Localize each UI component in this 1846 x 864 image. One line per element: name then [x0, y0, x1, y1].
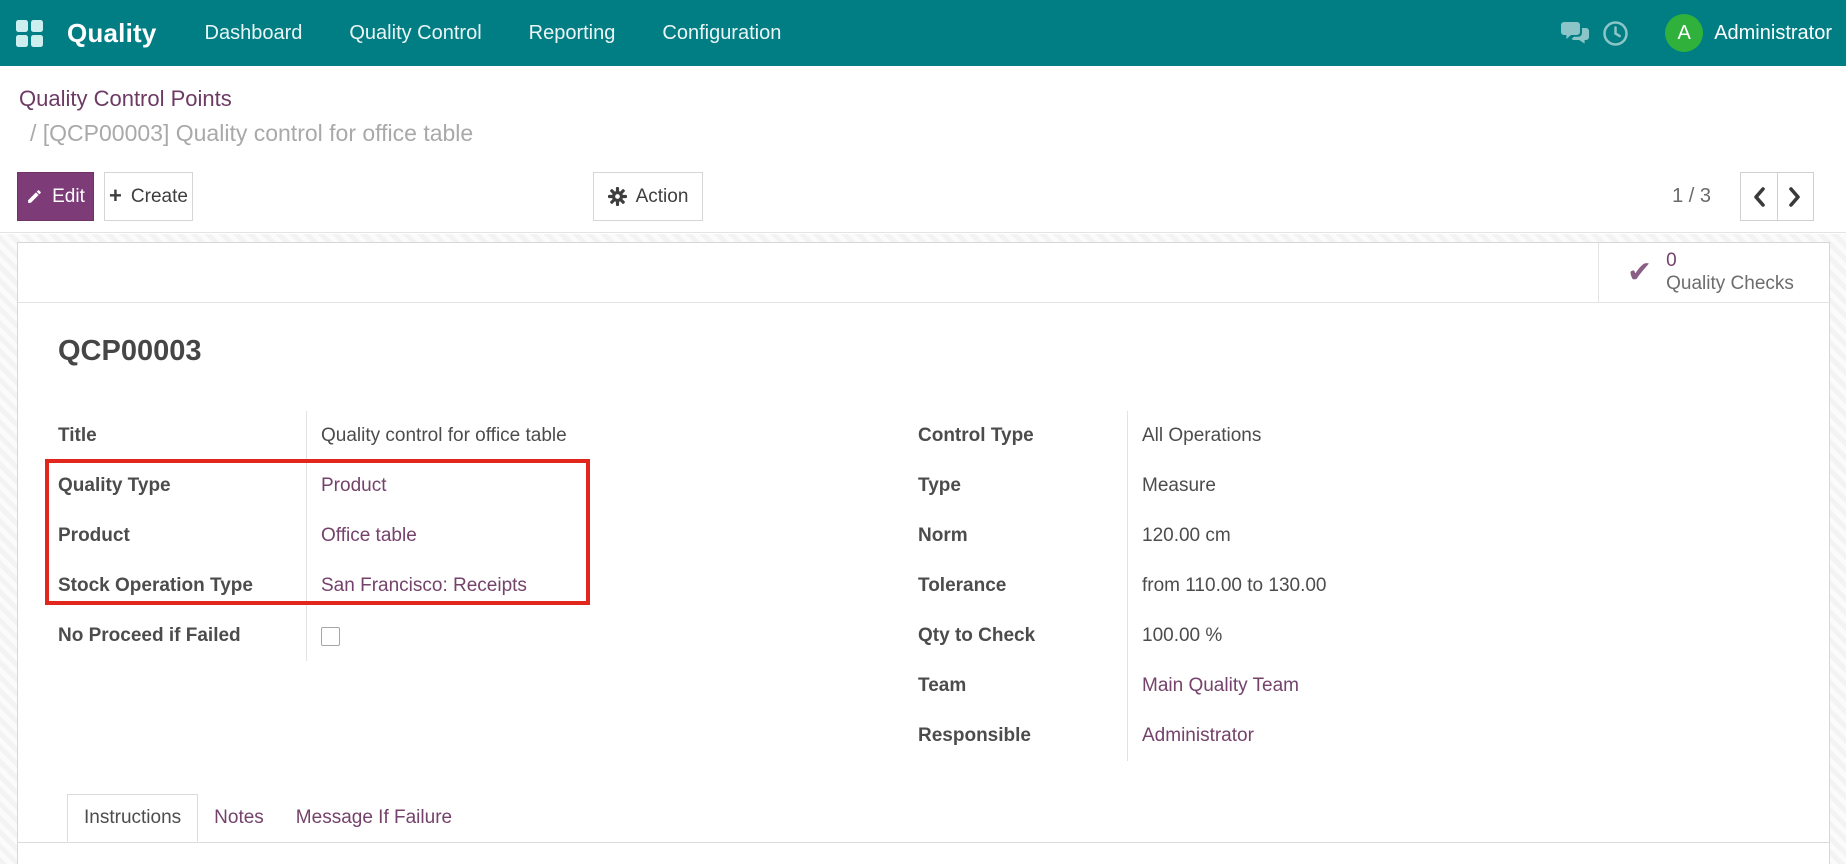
field-value-tolerance: from 110.00 to 130.00 — [1128, 561, 1789, 611]
pager-next-button[interactable] — [1778, 173, 1814, 220]
chevron-left-icon — [1751, 186, 1767, 208]
tab-message-if-failure[interactable]: Message If Failure — [280, 794, 468, 842]
field-label-responsible: Responsible — [918, 711, 1128, 761]
apps-menu-button[interactable] — [0, 0, 58, 66]
menu-item-quality-control[interactable]: Quality Control — [349, 22, 481, 45]
field-label-norm: Norm — [918, 511, 1128, 561]
field-group-left: Title Quality control for office table Q… — [58, 411, 894, 661]
activities-clock-icon[interactable] — [1595, 0, 1635, 66]
pencil-icon — [26, 188, 43, 205]
tab-instructions[interactable]: Instructions — [67, 794, 198, 842]
pager — [1740, 172, 1814, 221]
create-button[interactable]: + Create — [104, 172, 193, 221]
breadcrumb-current: [QCP00003] Quality control for office ta… — [43, 120, 473, 146]
field-label-no-proceed-if-failed: No Proceed if Failed — [58, 611, 307, 661]
sheet-body: QCP00003 Title Quality control for offic… — [18, 303, 1829, 843]
no-proceed-if-failed-checkbox[interactable] — [321, 627, 340, 646]
field-label-qty-to-check: Qty to Check — [918, 611, 1128, 661]
avatar-initial: A — [1678, 22, 1691, 45]
user-name: Administrator — [1714, 22, 1832, 45]
avatar: A — [1665, 14, 1703, 52]
field-label-title: Title — [58, 411, 307, 461]
pager-previous-button[interactable] — [1741, 173, 1778, 220]
field-value-title: Quality control for office table — [307, 411, 894, 461]
field-label-tolerance: Tolerance — [918, 561, 1128, 611]
field-value-team[interactable]: Main Quality Team — [1128, 661, 1789, 711]
field-value-no-proceed-if-failed — [307, 611, 894, 661]
field-value-qty-to-check: 100.00 % — [1128, 611, 1789, 661]
form-sheet: ✔ 0 Quality Checks QCP00003 Title Qualit… — [17, 242, 1830, 864]
app-brand[interactable]: Quality — [67, 18, 157, 49]
quality-checks-count: 0 — [1666, 250, 1794, 272]
check-icon: ✔ — [1627, 258, 1652, 288]
control-panel: Quality Control Points / [QCP00003] Qual… — [0, 66, 1846, 233]
messages-icon[interactable] — [1555, 0, 1595, 66]
field-label-quality-type: Quality Type — [58, 461, 307, 511]
quality-checks-label: Quality Checks — [1666, 272, 1794, 295]
user-menu[interactable]: A Administrator — [1665, 14, 1832, 52]
breadcrumb-parent-link[interactable]: Quality Control Points — [19, 86, 232, 112]
menu-item-configuration[interactable]: Configuration — [662, 22, 781, 45]
field-value-product[interactable]: Office table — [307, 511, 894, 561]
action-button-label: Action — [636, 186, 689, 208]
menu-item-dashboard[interactable]: Dashboard — [205, 22, 303, 45]
gear-icon — [608, 187, 627, 206]
navbar-right: A Administrator — [1555, 0, 1846, 66]
statusbar: ✔ 0 Quality Checks — [18, 243, 1829, 303]
record-name: QCP00003 — [58, 333, 1789, 369]
breadcrumb-current-line: / [QCP00003] Quality control for office … — [19, 120, 1846, 147]
top-navbar: Quality Dashboard Quality Control Report… — [0, 0, 1846, 66]
field-label-team: Team — [918, 661, 1128, 711]
edit-button-label: Edit — [52, 186, 85, 208]
edit-button[interactable]: Edit — [17, 172, 94, 221]
action-button-row: Edit + Create — [0, 172, 1846, 221]
plus-icon: + — [109, 185, 122, 207]
field-group-right: Control Type All Operations Type Measure… — [918, 411, 1789, 761]
quality-app-window: Quality Dashboard Quality Control Report… — [0, 0, 1846, 864]
breadcrumb: Quality Control Points / [QCP00003] Qual… — [0, 66, 1846, 147]
field-label-type: Type — [918, 461, 1128, 511]
field-value-stock-operation-type[interactable]: San Francisco: Receipts — [307, 561, 894, 611]
field-label-stock-operation-type: Stock Operation Type — [58, 561, 307, 611]
breadcrumb-separator: / — [30, 120, 36, 146]
field-value-quality-type[interactable]: Product — [307, 461, 894, 511]
create-button-label: Create — [131, 186, 188, 208]
field-value-norm: 120.00 cm — [1128, 511, 1789, 561]
field-label-control-type: Control Type — [918, 411, 1128, 461]
apps-grid-icon — [16, 20, 43, 47]
main-menu: Dashboard Quality Control Reporting Conf… — [205, 22, 782, 45]
chevron-right-icon — [1787, 186, 1803, 208]
content-area: ✔ 0 Quality Checks QCP00003 Title Qualit… — [0, 234, 1846, 864]
menu-item-reporting[interactable]: Reporting — [529, 22, 616, 45]
action-menu-button[interactable]: Action — [593, 172, 703, 221]
pager-value: 1 / 3 — [1672, 172, 1711, 221]
field-label-product: Product — [58, 511, 307, 561]
notebook-tabs: Instructions Notes Message If Failure — [18, 794, 1829, 843]
field-value-control-type: All Operations — [1128, 411, 1789, 461]
tab-notes[interactable]: Notes — [198, 794, 280, 842]
field-value-responsible[interactable]: Administrator — [1128, 711, 1789, 761]
field-value-type: Measure — [1128, 461, 1789, 511]
field-groups: Title Quality control for office table Q… — [58, 411, 1789, 761]
quality-checks-stat-button[interactable]: ✔ 0 Quality Checks — [1598, 243, 1829, 302]
